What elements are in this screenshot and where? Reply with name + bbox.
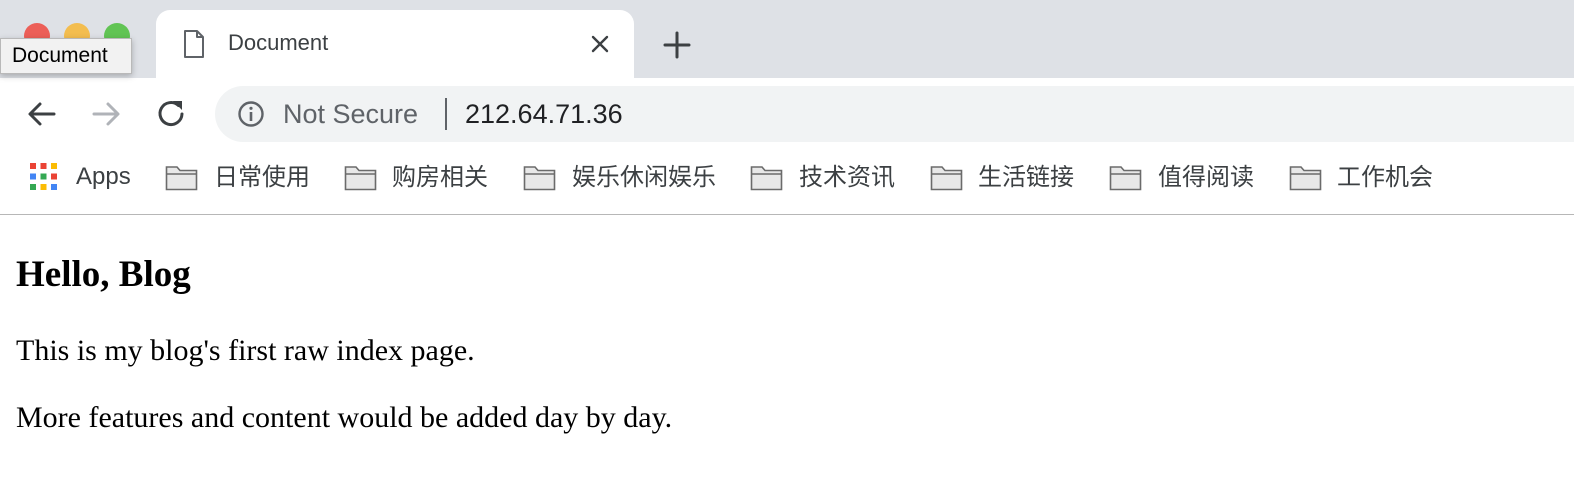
document-icon (184, 30, 204, 58)
security-status[interactable]: Not Secure (283, 98, 418, 130)
bookmark-label: 购房相关 (392, 163, 488, 191)
bookmark-folder[interactable]: 娱乐休闲娱乐 (518, 150, 733, 204)
apps-grid-icon (30, 163, 57, 190)
page-content: Hello, Blog This is my blog's first raw … (0, 215, 1574, 500)
bookmark-label: 娱乐休闲娱乐 (572, 163, 716, 191)
page-heading: Hello, Blog (16, 254, 191, 295)
folder-icon (165, 166, 198, 191)
toolbar: Not Secure 212.64.71.36 (0, 78, 1574, 150)
bookmark-label: 日常使用 (214, 163, 310, 191)
bookmarks-bar: Apps 日常使用 购房相关 娱乐休闲娱乐 技术资讯 生活链接 值得阅读 工作机… (0, 150, 1574, 215)
apps-label: Apps (76, 163, 131, 190)
paragraph: More features and content would be added… (16, 401, 673, 434)
new-tab-button[interactable] (660, 28, 694, 62)
tab-document[interactable]: Document (156, 10, 634, 78)
reload-button[interactable] (153, 96, 189, 132)
bookmark-label: 生活链接 (978, 163, 1074, 191)
info-icon[interactable] (237, 100, 265, 128)
bookmark-label: 工作机会 (1337, 163, 1433, 191)
paragraph: This is my blog's first raw index page. (16, 334, 475, 367)
address-bar[interactable]: Not Secure 212.64.71.36 (215, 86, 1574, 142)
tab-strip: Document (0, 0, 1574, 78)
folder-icon (1109, 166, 1142, 191)
tab-tooltip: Document (0, 38, 132, 74)
bookmark-folder[interactable]: 生活链接 (925, 150, 1090, 204)
address-divider (445, 98, 447, 130)
bookmark-folder[interactable]: 日常使用 (160, 150, 320, 204)
url-text[interactable]: 212.64.71.36 (465, 98, 623, 130)
bookmark-folder[interactable]: 值得阅读 (1104, 150, 1269, 204)
forward-button[interactable] (88, 96, 124, 132)
folder-icon (523, 166, 556, 191)
back-button[interactable] (24, 96, 60, 132)
bookmark-folder[interactable]: 工作机会 (1284, 150, 1449, 204)
close-icon[interactable] (588, 32, 612, 56)
bookmark-folder[interactable]: 购房相关 (340, 150, 500, 204)
bookmark-apps[interactable]: Apps (0, 150, 150, 204)
folder-icon (344, 166, 377, 191)
folder-icon (750, 166, 783, 191)
bookmark-folder[interactable]: 技术资讯 (745, 150, 910, 204)
bookmark-label: 值得阅读 (1158, 163, 1254, 191)
folder-icon (930, 166, 963, 191)
bookmark-label: 技术资讯 (799, 163, 895, 191)
folder-icon (1289, 166, 1322, 191)
tab-title: Document (228, 30, 329, 55)
